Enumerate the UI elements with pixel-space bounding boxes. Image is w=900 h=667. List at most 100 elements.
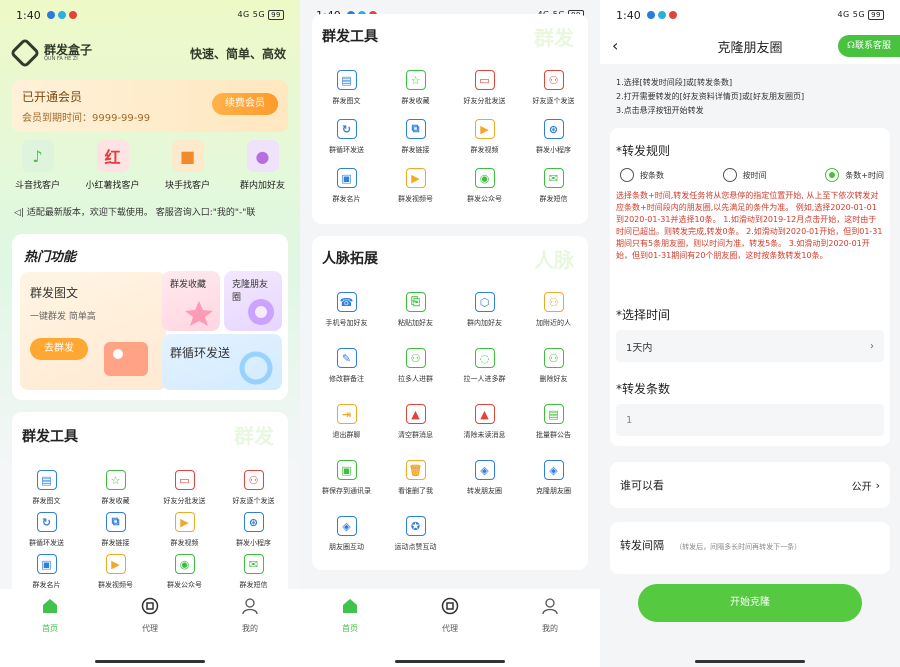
image-text-icon: ▤ bbox=[36, 470, 57, 490]
status-bar: 1:40 4G 5G99 bbox=[600, 0, 900, 30]
tool-item[interactable]: ▤ 群发图文 bbox=[12, 470, 81, 512]
loop-icon: ↻ bbox=[36, 512, 57, 532]
contact-item-label: 群内加好友 bbox=[467, 319, 502, 327]
quick-action[interactable]: ♪ 斗音找客户 bbox=[2, 140, 74, 196]
tool-item[interactable]: ▶ 群发视频 bbox=[450, 119, 519, 168]
tab-mine[interactable]: 我的 bbox=[220, 597, 280, 634]
tool-item[interactable]: ▭ 好友分批发送 bbox=[450, 70, 519, 119]
tool-item[interactable]: ▤ 群发图文 bbox=[312, 70, 381, 119]
mini-program-icon: ⊛ bbox=[543, 119, 564, 139]
hot-favorites-tile[interactable]: 群发收藏 bbox=[162, 271, 220, 331]
contact-item[interactable]: ⎘ 粘贴加好友 bbox=[381, 292, 450, 348]
multi-user-icon: ⚇ bbox=[405, 348, 426, 368]
tools-card: 群发 群发工具 ▤ 群发图文 ☆ 群发收藏 ▭ 好友分批发送 ⚇ 好友逐个发送 ↻ 群循环发送 ⧉ 群… bbox=[12, 412, 288, 602]
go-send-button[interactable]: 去群发 bbox=[30, 338, 88, 360]
tool-item[interactable]: ▶ 群发视频 bbox=[150, 512, 219, 554]
app-icon bbox=[668, 11, 677, 19]
app-icon bbox=[46, 11, 55, 19]
tab-home[interactable]: 首页 bbox=[320, 597, 380, 634]
contact-item-label: 清空群消息 bbox=[398, 431, 433, 439]
send-illustration-icon bbox=[104, 342, 148, 376]
contacts-grid: ☎ 手机号加好友 ⎘ 粘贴加好友 ⬡ 群内加好友 ⚇ 加附近的人 ✎ 修改群备注 ⚇ 拉多人进群 ◌ 拉一… bbox=[312, 292, 588, 572]
time-value: 1天内 bbox=[626, 342, 653, 354]
contact-item[interactable]: ⚇ 加附近的人 bbox=[519, 292, 588, 348]
option-count-and-time[interactable]: 条数+时间 bbox=[825, 168, 884, 182]
contact-item[interactable]: ▤ 批量群公告 bbox=[519, 404, 588, 460]
headset-icon: ☊ bbox=[846, 41, 855, 51]
moments-icon: ◈ bbox=[474, 460, 495, 480]
tools-grid: ▤ 群发图文 ☆ 群发收藏 ▭ 好友分批发送 ⚇ 好友逐个发送 ↻ 群循环发送 ⧉ 群发链接 ▶ 群发视频… bbox=[12, 470, 288, 596]
renew-vip-button[interactable]: 续费会员 bbox=[212, 93, 278, 115]
contact-item[interactable]: ⬡ 群内加好友 bbox=[450, 292, 519, 348]
contact-item[interactable]: ⚇ 拉多人进群 bbox=[381, 348, 450, 404]
tools-screen: 1:40 4G 5G99 群发 群发工具 ▤群发图文☆群发收藏▭好友分批发送⚇好… bbox=[300, 0, 600, 667]
loop-illustration-icon bbox=[239, 351, 273, 385]
contact-item[interactable]: ◈ 转发朋友圈 bbox=[450, 460, 519, 516]
contact-item[interactable]: ◈ 朋友圈互动 bbox=[312, 516, 381, 572]
option-by-count[interactable]: 按条数 bbox=[620, 168, 664, 182]
tool-item[interactable]: ↻ 群循环发送 bbox=[312, 119, 381, 168]
batch-send-icon: ▭ bbox=[174, 470, 195, 490]
tool-item[interactable]: ⊛ 群发小程序 bbox=[519, 119, 588, 168]
contact-item[interactable]: 🗑 看谁删了我 bbox=[381, 460, 450, 516]
clear-icon: ▲ bbox=[405, 404, 426, 424]
rule-card: *转发规则 按条数 按时间 条数+时间 选择条数+时间,转发任务将从您悬停的指定… bbox=[610, 128, 890, 446]
contact-item[interactable]: ✎ 修改群备注 bbox=[312, 348, 381, 404]
quick-action[interactable]: ■ 块手找客户 bbox=[152, 140, 224, 196]
tool-item[interactable]: ▶ 群发视频号 bbox=[381, 168, 450, 217]
contact-item[interactable]: ▲ 清除未读消息 bbox=[450, 404, 519, 460]
contact-item[interactable]: ◌ 拉一人进多群 bbox=[450, 348, 519, 404]
quick-action[interactable]: 红小红薯找客户 bbox=[77, 140, 149, 196]
card-icon: ▣ bbox=[36, 554, 57, 574]
tool-item[interactable]: ▣ 群发名片 bbox=[312, 168, 381, 217]
tab-mine-label: 我的 bbox=[242, 624, 258, 633]
speaker-icon: ◁| bbox=[14, 208, 24, 218]
quick-action-label: 斗音找客户 bbox=[14, 181, 60, 191]
tool-item[interactable]: ⚇ 好友逐个发送 bbox=[219, 470, 288, 512]
tool-item[interactable]: ⧉ 群发链接 bbox=[381, 119, 450, 168]
tv-icon: ▶ bbox=[474, 119, 495, 139]
contact-item[interactable]: ▲ 清空群消息 bbox=[381, 404, 450, 460]
notice-bar[interactable]: ◁| 适配最新版本，欢迎下载使用。 客服咨询入口:"我的"-"联 bbox=[14, 205, 286, 218]
tab-agent[interactable]: 代理 bbox=[420, 597, 480, 634]
option-by-time[interactable]: 按时间 bbox=[722, 168, 767, 182]
mini-program-icon: ⊛ bbox=[243, 512, 264, 532]
tab-agent-label: 代理 bbox=[442, 624, 458, 633]
contact-item-label: 克隆朋友圈 bbox=[536, 487, 571, 495]
contact-item[interactable]: ⚇ 删除好友 bbox=[519, 348, 588, 404]
tool-item[interactable]: ▭ 好友分批发送 bbox=[150, 470, 219, 512]
contact-item-label: 拉一人进多群 bbox=[463, 375, 506, 383]
contact-item[interactable]: ☎ 手机号加好友 bbox=[312, 292, 381, 348]
tool-item[interactable]: ☆ 群发收藏 bbox=[381, 70, 450, 119]
hot-image-text-tile[interactable]: 群发图文 一键群发 简单高 去群发 bbox=[20, 272, 166, 390]
tool-item[interactable]: ⚇ 好友逐个发送 bbox=[519, 70, 588, 119]
tab-mine[interactable]: 我的 bbox=[520, 597, 580, 634]
home-icon bbox=[343, 599, 357, 613]
visibility-row[interactable]: 谁可以看 公开 › bbox=[610, 462, 890, 508]
quick-action[interactable]: ● 群内加好友 bbox=[227, 140, 299, 196]
tool-item[interactable]: ⊛ 群发小程序 bbox=[219, 512, 288, 554]
hot-clone-moments-tile[interactable]: 克隆朋友圈 bbox=[224, 271, 282, 331]
tool-item[interactable]: ◉ 群发公众号 bbox=[450, 168, 519, 217]
count-input[interactable]: 1 bbox=[616, 404, 884, 436]
contact-support-button[interactable]: ☊联系客服 bbox=[838, 35, 900, 57]
contact-item[interactable]: ⇥ 退出群聊 bbox=[312, 404, 381, 460]
time-select[interactable]: 1天内 › bbox=[616, 330, 884, 362]
tab-agent[interactable]: 代理 bbox=[120, 597, 180, 634]
tab-home-label: 首页 bbox=[42, 624, 58, 633]
contact-item[interactable]: ◈ 克隆朋友圈 bbox=[519, 460, 588, 516]
contact-item[interactable]: ✪ 运动点赞互动 bbox=[381, 516, 450, 572]
app-icon bbox=[657, 11, 666, 19]
trash-icon: 🗑 bbox=[405, 460, 426, 480]
option-label: 按条数 bbox=[640, 170, 664, 180]
start-clone-button[interactable]: 开始克隆 bbox=[638, 584, 862, 622]
brand-header: 群发盒子 QUN FA HE ZI 快速、简单、高效 bbox=[9, 37, 286, 69]
tool-item[interactable]: ⧉ 群发链接 bbox=[81, 512, 150, 554]
tool-item[interactable]: ↻ 群循环发送 bbox=[12, 512, 81, 554]
contact-item-label: 批量群公告 bbox=[536, 431, 571, 439]
tab-home[interactable]: 首页 bbox=[20, 597, 80, 634]
tool-item[interactable]: ✉ 群发短信 bbox=[519, 168, 588, 217]
hot-group-loop-tile[interactable]: 群循环发送 bbox=[162, 334, 282, 390]
tool-item[interactable]: ☆ 群发收藏 bbox=[81, 470, 150, 512]
contact-item[interactable]: ▣ 群保存到通讯录 bbox=[312, 460, 381, 516]
